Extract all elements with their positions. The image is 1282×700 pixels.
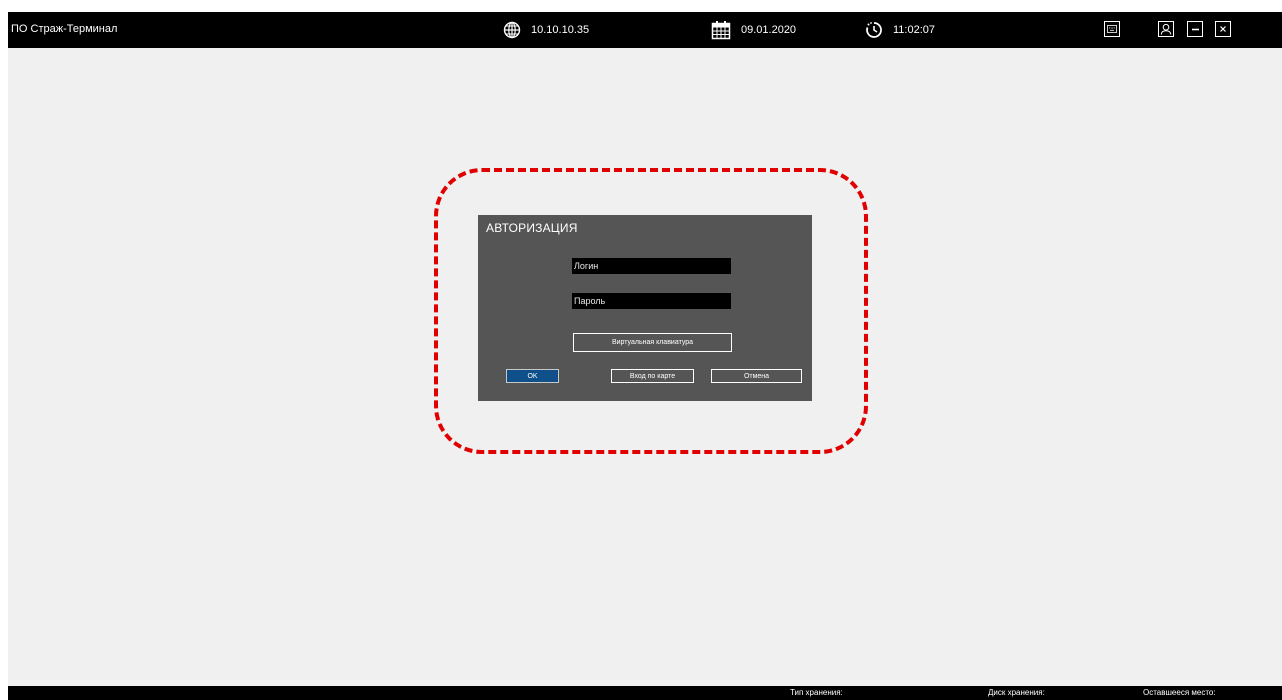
close-button[interactable]	[1215, 21, 1231, 37]
minimize-button[interactable]	[1187, 21, 1203, 37]
top-bar: ПО Страж-Терминал 10.10.10.35 09.01.2020…	[8, 12, 1282, 48]
current-time: 11:02:07	[893, 24, 936, 36]
current-date: 09.01.2020	[741, 24, 797, 36]
user-button[interactable]	[1158, 21, 1174, 37]
time-info: 11:02:07	[865, 20, 935, 40]
minimize-icon	[1191, 28, 1199, 30]
status-bar: Тип хранения: Диск хранения: Оставшееся …	[8, 686, 1282, 700]
login-dialog: АВТОРИЗАЦИЯ Виртуальная клавиатура OK Вх…	[478, 215, 812, 401]
login-input[interactable]	[572, 258, 731, 274]
cancel-button[interactable]: Отмена	[711, 369, 802, 383]
storage-disk-label: Диск хранения:	[988, 688, 1045, 697]
storage-type-label: Тип хранения:	[790, 688, 843, 697]
close-icon	[1220, 26, 1226, 32]
dialog-title: АВТОРИЗАЦИЯ	[486, 221, 578, 235]
clock-icon	[866, 22, 882, 38]
user-icon	[1160, 23, 1172, 35]
keyboard-icon	[1107, 25, 1117, 33]
ip-info: 10.10.10.35	[503, 20, 589, 40]
ok-button[interactable]: OK	[506, 369, 559, 383]
app-title: ПО Страж-Терминал	[11, 23, 118, 35]
card-login-button[interactable]: Вход по карте	[611, 369, 694, 383]
free-space-label: Оставшееся место:	[1143, 688, 1216, 697]
app-window: ПО Страж-Терминал 10.10.10.35 09.01.2020…	[8, 12, 1282, 700]
password-input[interactable]	[572, 293, 731, 309]
virtual-keyboard-button[interactable]: Виртуальная клавиатура	[573, 333, 732, 352]
globe-icon	[503, 21, 521, 39]
date-info: 09.01.2020	[711, 20, 796, 40]
calendar-icon	[711, 21, 731, 40]
ip-address: 10.10.10.35	[531, 24, 590, 36]
keyboard-button[interactable]	[1104, 21, 1120, 37]
